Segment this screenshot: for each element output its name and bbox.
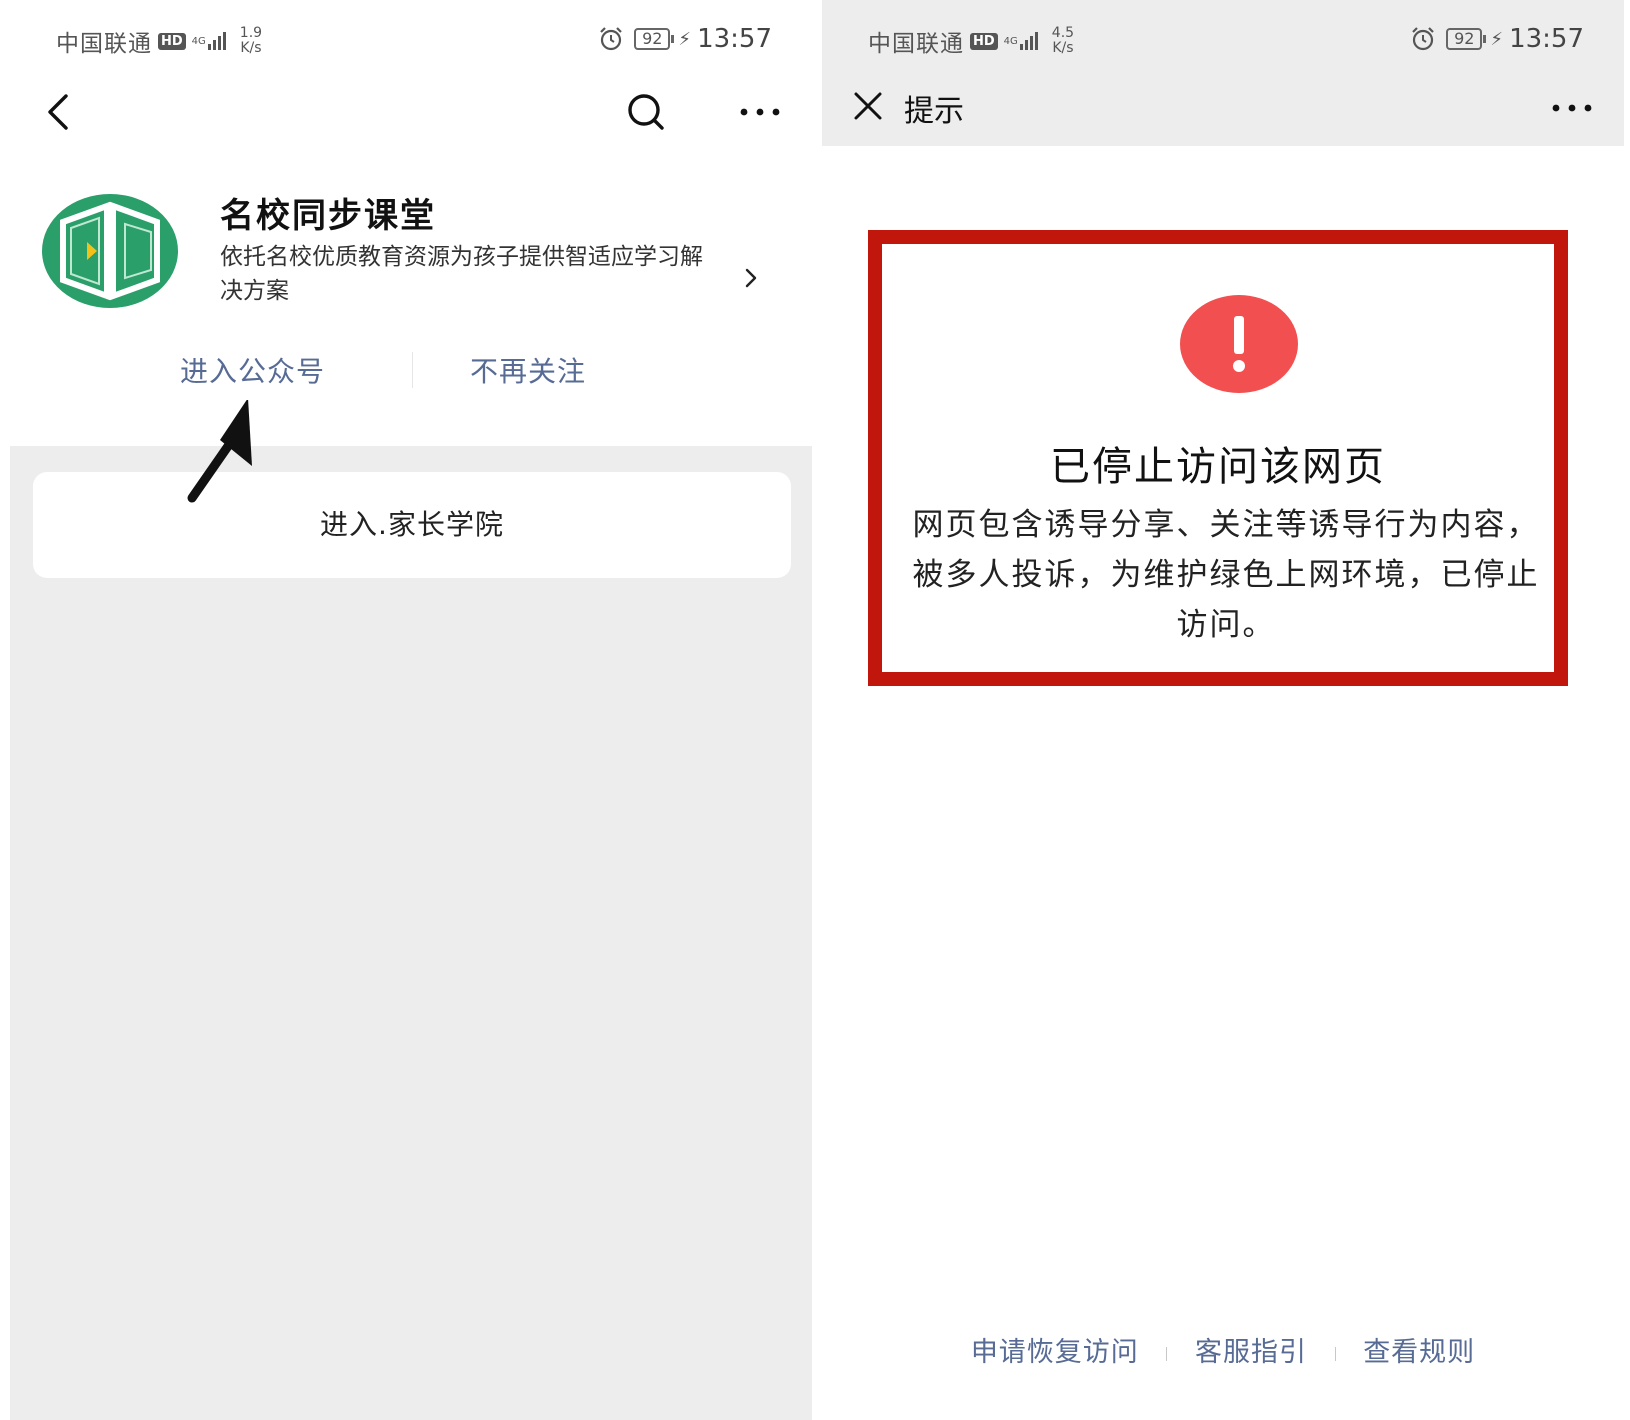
account-name: 名校同步课堂 (220, 196, 436, 236)
top-nav: 中国联通 HD 4G 4.5 K/s 92 ⚡ 13:57 提示 (822, 0, 1624, 146)
close-icon[interactable] (852, 90, 884, 122)
network-speed: 1.9 K/s (240, 26, 262, 56)
account-description: 依托名校优质教育资源为孩子提供智适应学习解决方案 (220, 244, 703, 304)
account-logo (42, 194, 178, 308)
highlight-box: 已停止访问该网页 网页包含诱导分享、关注等诱导行为内容，被多人投诉，为维护绿色上… (868, 230, 1568, 686)
account-actions: 进入公众号 不再关注 (10, 350, 812, 410)
status-bar-left: 中国联通 HD 4G 4.5 K/s (868, 24, 1074, 58)
customer-service-link[interactable]: 客服指引 (1195, 1337, 1307, 1368)
status-bar: 中国联通 HD 4G 4.5 K/s 92 ⚡ 13:57 (822, 0, 1624, 80)
warning-icon (1180, 295, 1298, 393)
account-profile[interactable]: 名校同步课堂 依托名校优质教育资源为孩子提供智适应学习解决方案 (10, 180, 812, 320)
hd-badge: HD (158, 32, 186, 50)
hd-badge: HD (970, 32, 998, 50)
footer-separator (1166, 1346, 1168, 1361)
content-background (10, 446, 812, 1420)
speed-value: 1.9 (239, 25, 263, 41)
enter-account-button[interactable]: 进入公众号 (180, 350, 325, 390)
battery-indicator: 92 (1446, 28, 1487, 50)
top-nav (10, 80, 812, 150)
menu-item-parent-school[interactable]: 进入.家长学院 (33, 472, 791, 578)
more-options-icon[interactable] (738, 90, 782, 134)
status-time: 13:57 (697, 24, 772, 54)
footer-links: 申请恢复访问 客服指引 查看规则 (822, 1330, 1624, 1369)
view-rules-link[interactable]: 查看规则 (1363, 1337, 1475, 1368)
speed-value: 4.5 (1051, 25, 1075, 41)
carrier-label: 中国联通 (56, 31, 152, 57)
status-bar-left: 中国联通 HD 4G 1.9 K/s (56, 24, 262, 58)
action-divider (412, 352, 413, 388)
footer-separator (1334, 1346, 1336, 1361)
charging-icon: ⚡ (1490, 28, 1504, 50)
charging-icon: ⚡ (678, 28, 692, 50)
alarm-icon (600, 27, 622, 51)
right-phone-screen: 中国联通 HD 4G 4.5 K/s 92 ⚡ 13:57 提示 已停止访问该网… (822, 0, 1624, 1420)
carrier-label: 中国联通 (868, 31, 964, 57)
warning-title: 已停止访问该网页 (1050, 444, 1386, 490)
warning-message: 网页包含诱导分享、关注等诱导行为内容，被多人投诉，为维护绿色上网环境，已停止访问… (912, 507, 1540, 643)
status-time: 13:57 (1509, 24, 1584, 54)
unfollow-button[interactable]: 不再关注 (470, 350, 586, 390)
appeal-access-link[interactable]: 申请恢复访问 (971, 1337, 1139, 1368)
status-bar-right: 92 ⚡ 13:57 (598, 24, 772, 54)
battery-indicator: 92 (634, 28, 675, 50)
page-title: 提示 (904, 94, 964, 129)
speed-unit: K/s (1052, 40, 1074, 56)
network-type: 4G (1003, 35, 1018, 47)
status-bar: 中国联通 HD 4G 1.9 K/s 92 ⚡ 13:57 (10, 0, 812, 80)
network-type: 4G (191, 35, 206, 47)
annotation-arrow-icon (187, 400, 252, 503)
signal-icon (207, 32, 228, 50)
signal-icon (1019, 32, 1040, 50)
back-arrow-icon[interactable] (38, 90, 78, 134)
chevron-right-icon[interactable] (742, 266, 760, 290)
alarm-icon (1412, 27, 1434, 51)
status-bar-right: 92 ⚡ 13:57 (1410, 24, 1584, 54)
left-phone-screen: 中国联通 HD 4G 1.9 K/s 92 ⚡ 13:57 名校同步课堂 依托名… (10, 0, 812, 1420)
speed-unit: K/s (240, 40, 262, 56)
network-speed: 4.5 K/s (1052, 26, 1074, 56)
more-options-icon[interactable] (1550, 86, 1594, 130)
search-icon[interactable] (622, 88, 670, 136)
